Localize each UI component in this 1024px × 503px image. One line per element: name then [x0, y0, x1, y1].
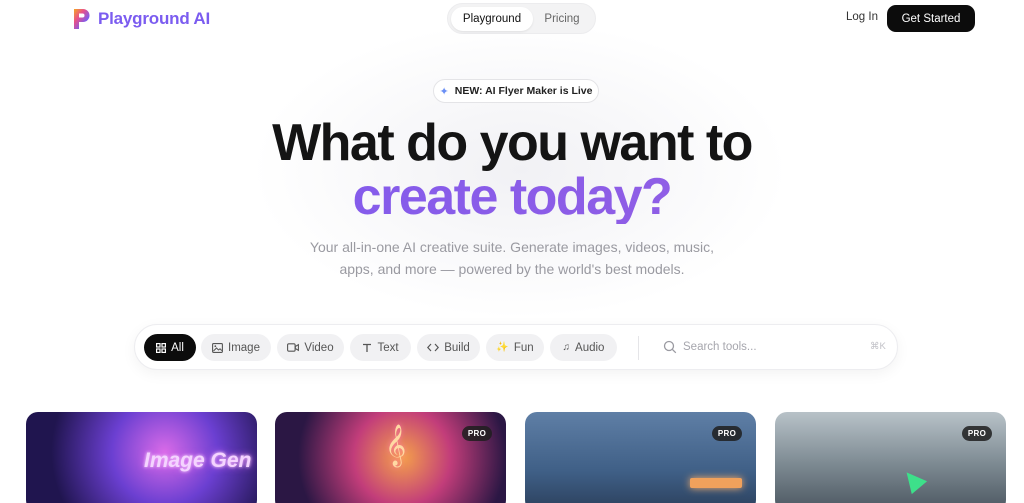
filter-image[interactable]: Image: [201, 334, 271, 361]
filter-divider: [638, 336, 639, 360]
tool-card-build[interactable]: PRO: [775, 412, 1006, 503]
filter-audio-label: Audio: [575, 341, 605, 354]
video-icon: [287, 343, 300, 352]
search-shortcut: ⌘K: [870, 341, 886, 352]
brand-logo[interactable]: Playground AI: [72, 8, 210, 30]
pro-badge: PRO: [712, 426, 742, 441]
filter-all-label: All: [171, 341, 184, 354]
filter-text-label: Text: [377, 341, 399, 354]
grid-icon: [156, 342, 167, 353]
music-note-icon: ♫: [562, 342, 571, 353]
tab-pricing[interactable]: Pricing: [533, 7, 591, 31]
cursor-arrow-icon: [898, 465, 928, 495]
get-started-button[interactable]: Get Started: [887, 5, 975, 32]
tool-card-music[interactable]: 𝄞 PRO: [275, 412, 506, 503]
tool-card-image-gen[interactable]: Image Gen: [26, 412, 257, 503]
login-link[interactable]: Log In: [846, 11, 878, 23]
text-icon: [363, 343, 372, 352]
page-title: What do you want to create today?: [0, 116, 1024, 224]
main-nav: Playground Pricing: [447, 3, 596, 34]
sparkles-icon: ✨: [496, 342, 509, 353]
subtitle-line2: apps, and more — powered by the world's …: [339, 261, 685, 277]
filter-all[interactable]: All: [144, 334, 196, 361]
filter-build-label: Build: [444, 341, 470, 354]
headline-line2: create today?: [0, 170, 1024, 224]
filter-build[interactable]: Build: [417, 334, 480, 361]
tab-playground[interactable]: Playground: [451, 6, 533, 31]
pro-badge: PRO: [462, 426, 492, 441]
headline-line1: What do you want to: [272, 114, 753, 172]
search-tools-input[interactable]: [683, 337, 863, 357]
hero-subtitle: Your all-in-one AI creative suite. Gener…: [0, 236, 1024, 280]
sparkle-icon: ✦: [439, 85, 449, 98]
code-icon: [427, 343, 440, 352]
treble-clef-icon: 𝄞: [385, 424, 407, 465]
tool-filter-bar: All Image Video Text Build ✨ Fun ♫ Audio…: [134, 324, 898, 370]
subtitle-line1: Your all-in-one AI creative suite. Gener…: [309, 239, 715, 255]
filter-text[interactable]: Text: [350, 334, 411, 361]
pro-badge: PRO: [962, 426, 992, 441]
filter-audio[interactable]: ♫ Audio: [550, 334, 617, 361]
filter-image-label: Image: [228, 341, 260, 354]
tool-card-video[interactable]: PRO: [525, 412, 756, 503]
brand-name: Playground AI: [98, 9, 211, 28]
announcement-text: NEW: AI Flyer Maker is Live: [454, 85, 593, 97]
image-icon: [212, 342, 223, 353]
search-icon: [663, 340, 677, 354]
filter-fun[interactable]: ✨ Fun: [486, 334, 544, 361]
filter-video[interactable]: Video: [277, 334, 344, 361]
filter-video-label: Video: [304, 341, 334, 354]
card-art-text: Image Gen: [144, 449, 252, 472]
neon-sign-decoration: [690, 478, 742, 488]
announcement-badge[interactable]: ✦ NEW: AI Flyer Maker is Live: [433, 79, 599, 103]
filter-fun-label: Fun: [513, 341, 534, 354]
playground-logo-icon: [74, 9, 90, 29]
